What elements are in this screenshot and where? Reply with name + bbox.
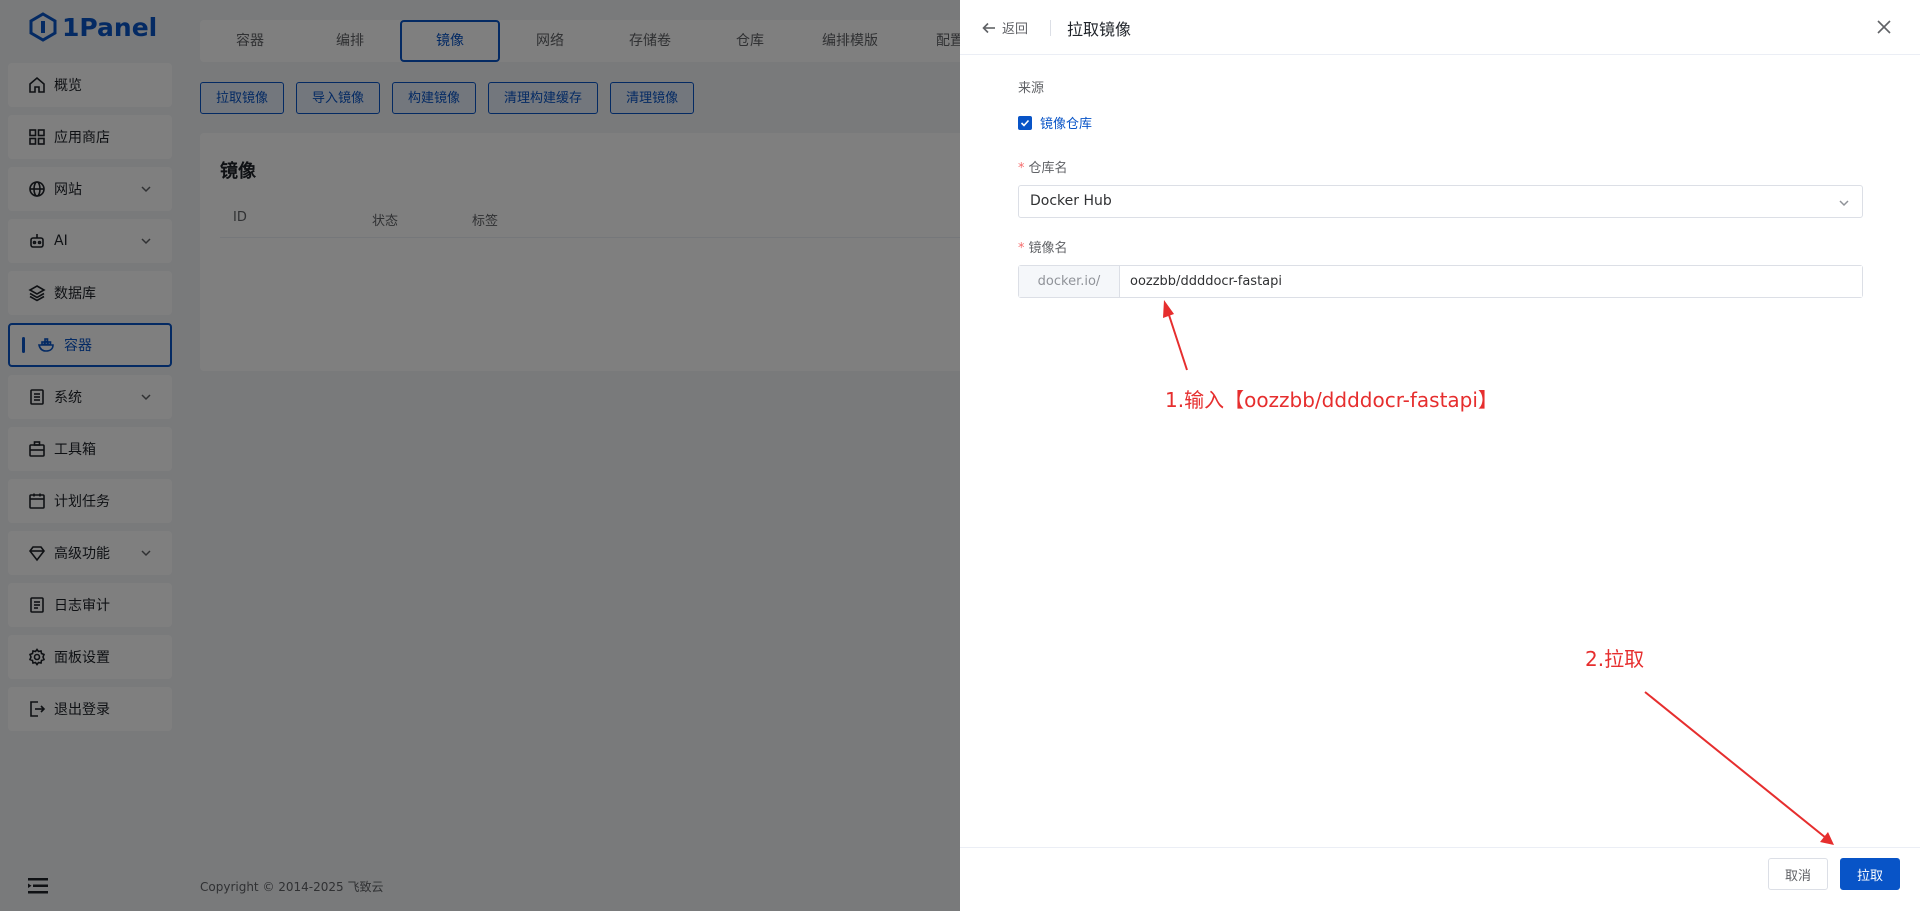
header-divider (1050, 20, 1051, 36)
annotation-step1: 1.输入【oozzbb/ddddocr-fastapi】 (1165, 388, 1498, 412)
image-name-input-group: docker.io/ (1018, 265, 1863, 298)
source-label: 来源 (1018, 81, 1045, 96)
modal-backdrop[interactable] (0, 0, 960, 911)
pull-image-drawer: 返回 拉取镜像 来源 镜像仓库 * 仓库名 Docker Hub * 镜像名 doc… (960, 0, 1920, 911)
repo-select-value: Docker Hub (1030, 193, 1112, 209)
arrow-left-icon (982, 22, 995, 33)
required-mark: * (1018, 241, 1025, 256)
source-checkbox-registry[interactable]: 镜像仓库 (1018, 113, 1092, 132)
drawer-title: 拉取镜像 (1067, 20, 1132, 39)
annotation-step2: 2.拉取 (1585, 647, 1645, 671)
required-mark: * (1018, 161, 1025, 176)
chevron-down-icon (1839, 200, 1849, 207)
cancel-button[interactable]: 取消 (1768, 858, 1828, 890)
repo-name-label: * 仓库名 (1018, 161, 1068, 176)
image-name-prefix: docker.io/ (1019, 266, 1120, 297)
repo-select[interactable]: Docker Hub (1018, 185, 1863, 218)
image-name-label: * 镜像名 (1018, 241, 1068, 256)
checkbox-label: 镜像仓库 (1040, 117, 1093, 132)
drawer-header: 返回 拉取镜像 (960, 0, 1920, 55)
checkbox-checked-icon (1018, 115, 1032, 130)
back-button[interactable]: 返回 (982, 18, 1028, 37)
close-icon[interactable] (1876, 19, 1892, 35)
pull-button[interactable]: 拉取 (1840, 858, 1900, 890)
image-name-input[interactable] (1120, 266, 1862, 297)
back-label: 返回 (1002, 22, 1029, 37)
